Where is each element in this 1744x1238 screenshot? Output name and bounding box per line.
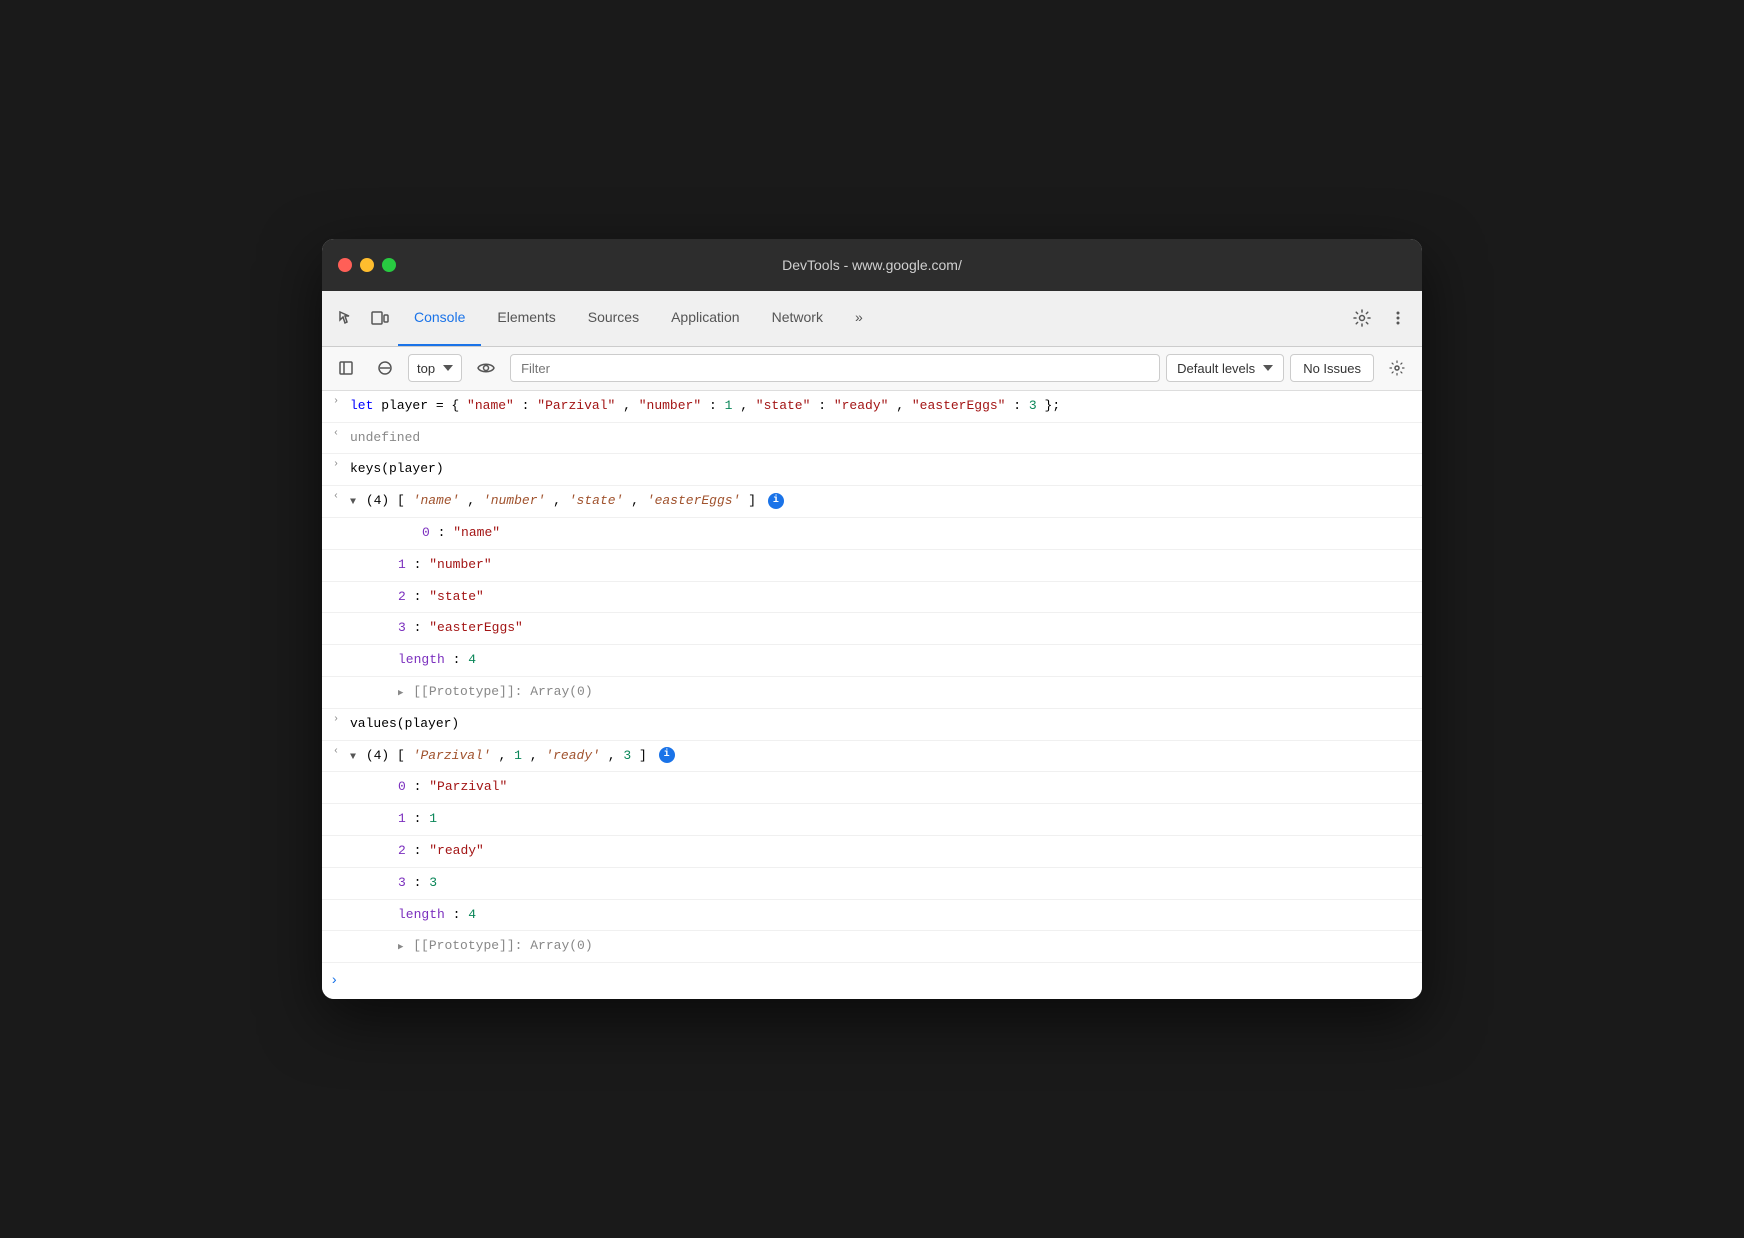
line-gutter-10: [322, 680, 350, 682]
line-gutter-18: [322, 934, 350, 936]
console-line-1: › let player = { "name" : "Parzival" , "…: [322, 391, 1422, 423]
console-line-2: ‹ undefined: [322, 423, 1422, 455]
line-gutter-6: [322, 553, 350, 555]
line-gutter-2: ‹: [322, 426, 350, 439]
line-expand-11[interactable]: ›: [322, 712, 350, 725]
console-line-15: 2 : "ready": [322, 836, 1422, 868]
tab-application[interactable]: Application: [655, 291, 756, 346]
line-expand-3[interactable]: ›: [322, 457, 350, 470]
line-gutter-5: [346, 521, 374, 523]
subbar: top Default levels No Issues: [322, 347, 1422, 391]
line-content-6: 1 : "number": [350, 553, 1414, 578]
line-content-10[interactable]: ▶ [[Prototype]]: Array(0): [350, 680, 1414, 705]
console-line-14: 1 : 1: [322, 804, 1422, 836]
info-badge-2[interactable]: i: [659, 747, 675, 763]
console-settings-icon[interactable]: [1380, 354, 1414, 382]
tab-console[interactable]: Console: [398, 291, 481, 346]
line-gutter-12: ‹: [322, 744, 350, 757]
line-content-7: 2 : "state": [350, 585, 1414, 610]
line-content-13: 0 : "Parzival": [350, 775, 1414, 800]
toolbar-right: [1346, 302, 1414, 334]
console-line-13: 0 : "Parzival": [322, 772, 1422, 804]
console-prompt: ›: [322, 963, 1422, 999]
tab-more[interactable]: »: [839, 291, 879, 346]
tab-network[interactable]: Network: [756, 291, 839, 346]
prototype-expand-icon[interactable]: ▶: [398, 688, 403, 698]
device-toggle-icon[interactable]: [364, 302, 396, 334]
line-gutter-14: [322, 807, 350, 809]
window-title: DevTools - www.google.com/: [782, 257, 962, 273]
minimize-button[interactable]: [360, 258, 374, 272]
console-line-4: ‹ ▼ (4) [ 'name' , 'number' , 'state' , …: [322, 486, 1422, 518]
line-content-4[interactable]: ▼ (4) [ 'name' , 'number' , 'state' , 'e…: [350, 489, 1414, 514]
line-gutter-15: [322, 839, 350, 841]
line-gutter-4: ‹: [322, 489, 350, 502]
line-content-17: length : 4: [350, 903, 1414, 928]
line-content-15: 2 : "ready": [350, 839, 1414, 864]
console-line-3: › keys(player): [322, 454, 1422, 486]
line-gutter-17: [322, 903, 350, 905]
prototype-expand-icon-2[interactable]: ▶: [398, 942, 403, 952]
line-content-9: length : 4: [350, 648, 1414, 673]
console-line-7: 2 : "state": [322, 582, 1422, 614]
line-content-18[interactable]: ▶ [[Prototype]]: Array(0): [350, 934, 1414, 959]
issues-button[interactable]: No Issues: [1290, 354, 1374, 382]
console-line-12: ‹ ▼ (4) [ 'Parzival' , 1 , 'ready' , 3 ]…: [322, 741, 1422, 773]
traffic-lights: [338, 258, 396, 272]
tab-elements[interactable]: Elements: [481, 291, 571, 346]
console-line-8: 3 : "easterEggs": [322, 613, 1422, 645]
console-line-16: 3 : 3: [322, 868, 1422, 900]
inspect-element-icon[interactable]: [330, 302, 362, 334]
collapse-arrow-icon[interactable]: ▼: [350, 497, 356, 508]
tab-bar: Console Elements Sources Application Net…: [398, 291, 1344, 346]
prompt-symbol: ›: [330, 973, 338, 989]
more-options-icon[interactable]: [1382, 302, 1414, 334]
line-expand-1[interactable]: ›: [322, 394, 350, 407]
titlebar: DevTools - www.google.com/: [322, 239, 1422, 291]
console-input[interactable]: [342, 974, 1422, 989]
line-gutter-7: [322, 585, 350, 587]
console-line-10: ▶ [[Prototype]]: Array(0): [322, 677, 1422, 709]
maximize-button[interactable]: [382, 258, 396, 272]
line-content-1: let player = { "name" : "Parzival" , "nu…: [350, 394, 1414, 419]
line-content-16: 3 : 3: [350, 871, 1414, 896]
line-content-11: values(player): [350, 712, 1414, 737]
tab-sources[interactable]: Sources: [572, 291, 655, 346]
line-content-14: 1 : 1: [350, 807, 1414, 832]
line-gutter-8: [322, 616, 350, 618]
line-gutter-16: [322, 871, 350, 873]
context-selector[interactable]: top: [408, 354, 462, 382]
toolbar: Console Elements Sources Application Net…: [322, 291, 1422, 347]
info-badge-1[interactable]: i: [768, 493, 784, 509]
collapse-arrow-icon-2[interactable]: ▼: [350, 752, 356, 763]
sidebar-toggle-button[interactable]: [330, 354, 362, 382]
clear-console-button[interactable]: [368, 354, 402, 382]
console-line-11: › values(player): [322, 709, 1422, 741]
line-gutter-9: [322, 648, 350, 650]
line-content-12[interactable]: ▼ (4) [ 'Parzival' , 1 , 'ready' , 3 ] i: [350, 744, 1414, 769]
line-content-2: undefined: [350, 426, 1414, 451]
filter-input[interactable]: [510, 354, 1160, 382]
line-content-3: keys(player): [350, 457, 1414, 482]
console-line-6: 1 : "number": [322, 550, 1422, 582]
console-line-9: length : 4: [322, 645, 1422, 677]
log-levels-button[interactable]: Default levels: [1166, 354, 1284, 382]
line-content-8: 3 : "easterEggs": [350, 616, 1414, 641]
console-area: › let player = { "name" : "Parzival" , "…: [322, 391, 1422, 999]
console-line-17: length : 4: [322, 900, 1422, 932]
eye-icon[interactable]: [468, 354, 504, 382]
settings-icon[interactable]: [1346, 302, 1378, 334]
console-line-5: 0 : "name": [322, 518, 1422, 550]
devtools-window: DevTools - www.google.com/ Console Eleme…: [322, 239, 1422, 999]
line-content-5: 0 : "name": [374, 521, 1414, 546]
close-button[interactable]: [338, 258, 352, 272]
console-line-18: ▶ [[Prototype]]: Array(0): [322, 931, 1422, 963]
line-gutter-13: [322, 775, 350, 777]
